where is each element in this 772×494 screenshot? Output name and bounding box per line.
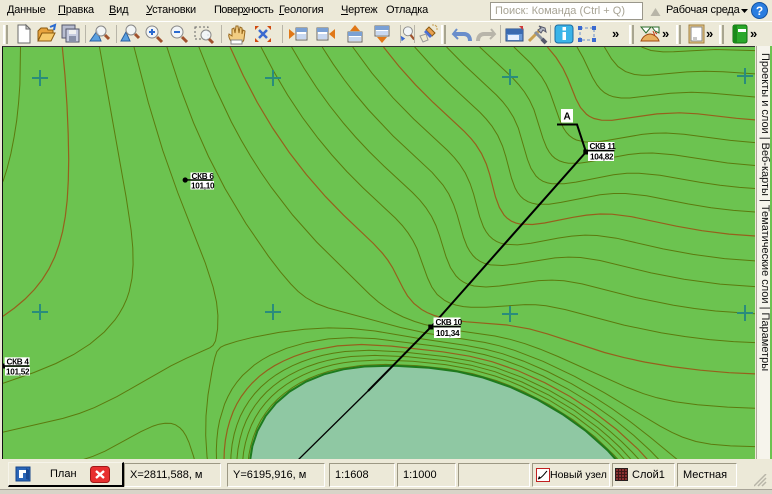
svg-text:A: A bbox=[564, 112, 571, 123]
svg-text:?: ? bbox=[756, 4, 763, 18]
svg-text:101,34: 101,34 bbox=[436, 329, 460, 338]
svg-text:СКВ 11: СКВ 11 bbox=[590, 142, 617, 151]
svg-text:101,10: 101,10 bbox=[191, 182, 215, 191]
svg-text:СКВ 4: СКВ 4 bbox=[7, 357, 30, 366]
svg-text:СКВ 6: СКВ 6 bbox=[192, 172, 215, 181]
svg-text:СКВ 10: СКВ 10 bbox=[436, 318, 463, 327]
svg-text:101,52: 101,52 bbox=[6, 367, 30, 376]
svg-text:104,82: 104,82 bbox=[590, 153, 614, 162]
